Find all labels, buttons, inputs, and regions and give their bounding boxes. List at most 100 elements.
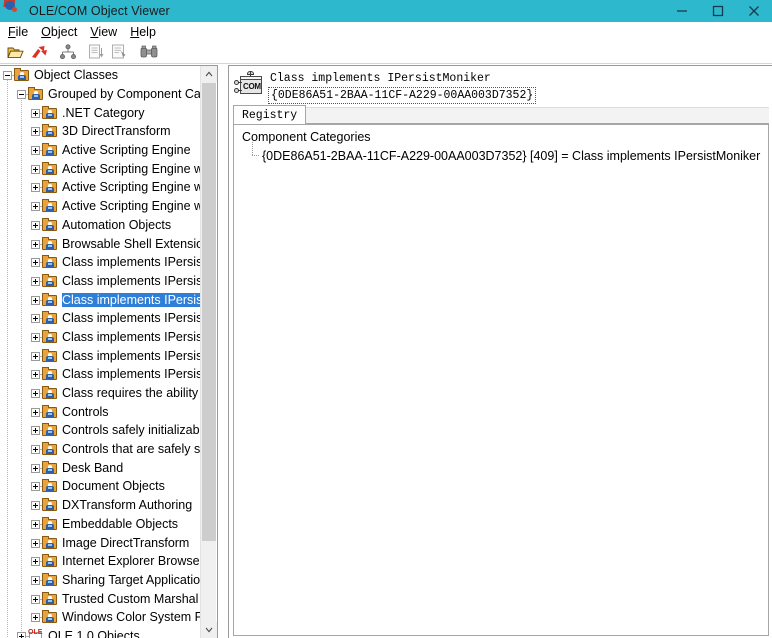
- expand-plus-icon[interactable]: [28, 403, 45, 421]
- expand-plus-icon[interactable]: [28, 608, 45, 626]
- tree-item-30[interactable]: OLE OLE 1.0 Objects: [0, 627, 200, 638]
- expand-plus-icon[interactable]: [28, 104, 45, 122]
- expand-plus-icon[interactable]: [28, 216, 45, 234]
- expand-plus-icon[interactable]: [28, 496, 45, 514]
- expand-plus-icon[interactable]: [28, 552, 45, 570]
- menu-object[interactable]: Object: [35, 24, 84, 40]
- tree-item-22[interactable]: Document Objects: [0, 477, 200, 496]
- tree-item-8[interactable]: Automation Objects: [0, 216, 200, 235]
- expand-plus-icon[interactable]: [28, 122, 45, 140]
- expand-plus-icon[interactable]: [28, 160, 45, 178]
- tree-item-29[interactable]: Windows Color System P: [0, 608, 200, 627]
- object-tree[interactable]: Object Classes Grouped by Component Ca .NE…: [0, 66, 200, 638]
- expand-plus-icon[interactable]: [28, 328, 45, 346]
- window-title: OLE/COM Object Viewer: [29, 4, 170, 18]
- expand-plus-icon[interactable]: [28, 421, 45, 439]
- maximize-button[interactable]: [700, 0, 736, 22]
- category-folder-icon: [42, 310, 58, 326]
- expand-plus-icon[interactable]: [28, 272, 45, 290]
- category-folder-icon: [42, 142, 58, 158]
- registry-tree[interactable]: Component Categories {0DE86A51-2BAA-11CF…: [236, 127, 766, 633]
- tree-item-14[interactable]: Class implements IPersis: [0, 328, 200, 347]
- tree-item-21[interactable]: Desk Band: [0, 458, 200, 477]
- tree-item-11[interactable]: Class implements IPersis: [0, 272, 200, 291]
- tree-item-15[interactable]: Class implements IPersis: [0, 346, 200, 365]
- tree-item-5[interactable]: Active Scripting Engine w: [0, 159, 200, 178]
- collapse-minus-icon[interactable]: [14, 85, 31, 103]
- open-file-button[interactable]: [4, 42, 27, 62]
- tree-item-label: Class implements IPersis: [62, 311, 200, 326]
- tree-item-3[interactable]: 3D DirectTransform: [0, 122, 200, 141]
- menu-view[interactable]: View: [84, 24, 124, 40]
- expand-plus-icon[interactable]: [28, 178, 45, 196]
- tree-item-label: Sharing Target Applicatio: [62, 572, 200, 587]
- registry-root-row[interactable]: Component Categories: [236, 127, 766, 146]
- tree-item-label: .NET Category: [62, 105, 145, 120]
- tree-item-13[interactable]: Class implements IPersis: [0, 309, 200, 328]
- collapse-minus-icon[interactable]: [0, 66, 17, 84]
- tree-item-27[interactable]: Sharing Target Applicatio: [0, 571, 200, 590]
- expand-plus-icon[interactable]: [28, 309, 45, 327]
- expand-plus-icon[interactable]: [14, 627, 31, 638]
- expand-plus-icon[interactable]: [28, 590, 45, 608]
- object-header: COM Class implements IPersistMoniker {0D…: [234, 69, 537, 104]
- category-folder-icon: [42, 273, 58, 289]
- tree-vertical-scrollbar[interactable]: [200, 66, 217, 638]
- tree-item-28[interactable]: Trusted Custom Marshal: [0, 589, 200, 608]
- view-type-hierarchy-button[interactable]: [56, 42, 79, 62]
- scroll-up-button[interactable]: [201, 66, 217, 82]
- tree-item-25[interactable]: Image DirectTransform: [0, 533, 200, 552]
- tree-item-label: Windows Color System P: [62, 610, 200, 625]
- tree-item-17[interactable]: Class requires the ability: [0, 384, 200, 403]
- title-bar: OLE/COM Object Viewer: [0, 0, 772, 22]
- tree-scrollbar-thumb[interactable]: [202, 83, 216, 541]
- expand-plus-icon[interactable]: [28, 384, 45, 402]
- find-button[interactable]: [137, 42, 160, 62]
- expand-plus-icon[interactable]: [28, 477, 45, 495]
- tab-registry[interactable]: Registry: [233, 105, 307, 124]
- expand-plus-icon[interactable]: [28, 515, 45, 533]
- expand-plus-icon[interactable]: [28, 365, 45, 383]
- menu-help[interactable]: Help: [124, 24, 163, 40]
- menu-file[interactable]: File: [2, 24, 35, 40]
- registry-entry-row[interactable]: {0DE86A51-2BAA-11CF-A229-00AA003D7352} […: [236, 142, 766, 165]
- tree-item-26[interactable]: Internet Explorer Browse: [0, 552, 200, 571]
- tree-item-2[interactable]: .NET Category: [0, 103, 200, 122]
- com-component-icon: COM: [234, 71, 264, 99]
- tree-item-label: Embeddable Objects: [62, 516, 179, 531]
- expand-plus-icon[interactable]: [28, 459, 45, 477]
- tree-item-label: Browsable Shell Extensio: [62, 236, 200, 251]
- tree-item-23[interactable]: DXTransform Authoring: [0, 496, 200, 515]
- expand-plus-icon[interactable]: [28, 571, 45, 589]
- tree-item-7[interactable]: Active Scripting Engine w: [0, 197, 200, 216]
- minimize-button[interactable]: [664, 0, 700, 22]
- tree-item-label: Class implements IPersis: [62, 348, 200, 363]
- tree-item-9[interactable]: Browsable Shell Extensio: [0, 234, 200, 253]
- expand-plus-icon[interactable]: [28, 347, 45, 365]
- bind-to-file-button[interactable]: [27, 42, 50, 62]
- scroll-down-button[interactable]: [201, 622, 217, 638]
- expand-plus-icon[interactable]: [28, 291, 45, 309]
- tree-item-19[interactable]: Controls safely initializab: [0, 421, 200, 440]
- tree-item-24[interactable]: Embeddable Objects: [0, 515, 200, 534]
- tree-item-label: Active Scripting Engine w: [62, 199, 200, 214]
- tree-item-20[interactable]: Controls that are safely s: [0, 440, 200, 459]
- expand-plus-icon[interactable]: [28, 253, 45, 271]
- tree-item-1[interactable]: Grouped by Component Ca: [0, 85, 200, 104]
- expand-plus-icon[interactable]: [28, 197, 45, 215]
- tree-item-10[interactable]: Class implements IPersis: [0, 253, 200, 272]
- expand-plus-icon[interactable]: [28, 235, 45, 253]
- tree-item-16[interactable]: Class implements IPersis: [0, 365, 200, 384]
- close-button[interactable]: [736, 0, 772, 22]
- expand-plus-icon[interactable]: [28, 141, 45, 159]
- tree-item-18[interactable]: Controls: [0, 402, 200, 421]
- tree-item-0[interactable]: Object Classes: [0, 66, 200, 85]
- tree-item-6[interactable]: Active Scripting Engine w: [0, 178, 200, 197]
- tree-item-4[interactable]: Active Scripting Engine: [0, 141, 200, 160]
- panel-splitter[interactable]: [219, 65, 228, 638]
- expand-plus-icon[interactable]: [28, 440, 45, 458]
- tree-item-12[interactable]: Class implements IPersis: [0, 290, 200, 309]
- object-name: Class implements IPersistMoniker: [270, 72, 491, 85]
- expand-plus-icon[interactable]: [28, 534, 45, 552]
- registry-root-label: Component Categories: [242, 129, 371, 144]
